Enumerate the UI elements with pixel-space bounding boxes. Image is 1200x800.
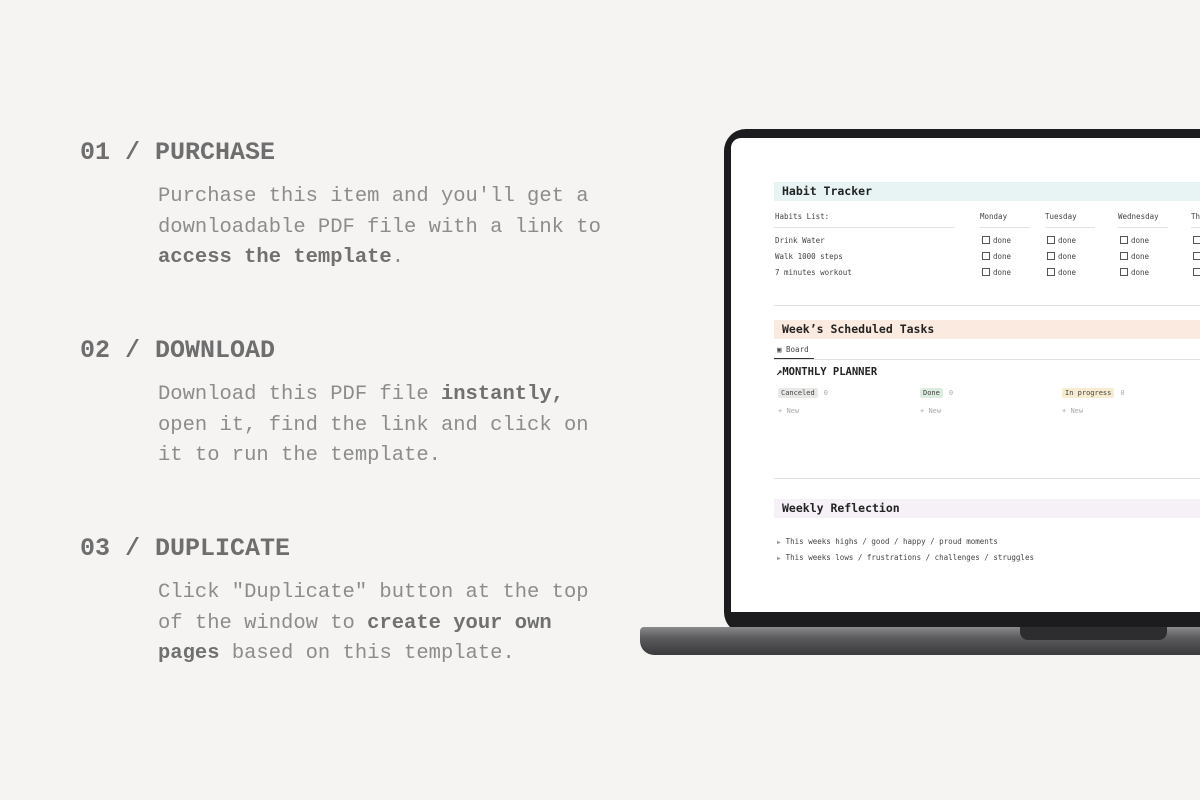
new-card-button[interactable]: + New [920,407,941,415]
checkbox-icon[interactable] [1193,252,1200,260]
habit-checkbox[interactable] [1193,268,1200,277]
checkbox-label: done [1058,252,1077,261]
habit-checkbox[interactable] [1193,252,1200,261]
checkbox-label: done [993,268,1012,277]
habit-checkbox[interactable]: done [982,236,1011,245]
text-segment: Download this PDF file [158,383,441,406]
text-segment: pages [158,642,220,665]
monthly-planner-link[interactable]: ↗MONTHLY PLANNER [776,366,877,378]
text-segment: instantly, [440,383,564,406]
checkbox-label: done [1131,236,1150,245]
toggle-label: This weeks lows / frustrations / challen… [785,553,1034,562]
step-title: 01 / PURCHASE [80,138,276,167]
day-header: Wednesday [1118,212,1159,221]
step-title: 02 / DOWNLOAD [80,336,276,365]
step-title: 03 / DUPLICATE [80,534,291,563]
step-description: Click "Duplicate" button at the top of th… [158,578,618,670]
habit-tracker-header: Habit Tracker [774,182,1200,201]
new-card-button[interactable]: + New [778,407,799,415]
habit-name: Walk 1000 steps [775,252,843,261]
checkbox-icon[interactable] [982,252,990,260]
board-tab-label: Board [786,345,809,354]
habit-checkbox[interactable]: done [982,268,1011,277]
habit-checkbox[interactable]: done [1120,252,1149,261]
step-3: 03 / DUPLICATE Click "Duplicate" button a… [80,534,618,670]
checkbox-label: done [1131,268,1150,277]
step-2: 02 / DOWNLOAD Download this PDF file inst… [80,336,618,472]
habit-checkbox[interactable]: done [1047,252,1076,261]
habit-checkbox[interactable]: done [1120,236,1149,245]
toggle-label: This weeks highs / good / happy / proud … [785,537,998,546]
checkbox-icon[interactable] [1193,268,1200,276]
checkbox-label: done [1058,236,1077,245]
text-segment: . [391,246,405,269]
checkbox-label: done [1131,252,1150,261]
toggle-arrow-icon[interactable]: ▶ [777,555,781,562]
text-segment: create your own [367,611,552,635]
step-1: 01 / PURCHASE Purchase this item and you'… [80,138,618,274]
checkbox-label: done [1058,268,1077,277]
day-header: Tuesday [1045,212,1077,221]
new-card-button[interactable]: + New [1062,407,1083,415]
status-count: 0 [823,389,828,397]
habit-checkbox[interactable]: done [982,252,1011,261]
text-segment: it to run the template. [158,444,441,467]
step-description: Purchase this item and you'll get a downl… [158,182,618,274]
day-divider [1118,227,1168,228]
habit-checkbox[interactable] [1193,236,1200,245]
text-segment: access the template [158,246,392,269]
day-divider [1191,227,1200,228]
checkbox-icon[interactable] [1193,236,1200,244]
new-label: New [786,407,800,415]
checkbox-icon[interactable] [1047,236,1055,244]
checkbox-label: done [993,252,1012,261]
checkbox-label: done [993,236,1012,245]
text-segment: of the window to [158,611,368,635]
planner-title: MONTHLY PLANNER [782,366,878,378]
board-column-in-progress: In progress 0 [1062,388,1125,398]
reflection-header: Weekly Reflection [774,499,1200,518]
habit-name: Drink Water [775,236,825,245]
toggle-item[interactable]: ▶ This weeks highs / good / happy / proud… [777,537,998,546]
day-divider [980,227,1030,228]
text-segment: Purchase this item and you'll get a [158,185,589,208]
status-count: 0 [948,389,954,397]
status-count: 0 [1120,389,1125,397]
day-divider [1045,227,1095,228]
checkbox-icon[interactable] [1047,268,1055,276]
board-column-canceled: Canceled 0 [778,388,828,398]
board-tab[interactable]: ▣ Board [777,345,809,354]
status-tag: Canceled [778,388,818,398]
day-header: Th [1191,212,1200,221]
checkbox-icon[interactable] [1120,236,1128,244]
laptop-screen: Habit Tracker Habits List: Monday Tuesday… [731,138,1200,612]
checkbox-icon[interactable] [1120,252,1128,260]
habit-checkbox[interactable]: done [1047,268,1076,277]
tasks-header: Week’s Scheduled Tasks [774,320,1200,339]
text-segment: downloadable PDF file with a link to [158,215,601,239]
laptop-notch [1020,627,1167,640]
toggle-item[interactable]: ▶ This weeks lows / frustrations / challe… [777,553,1034,562]
toggle-arrow-icon[interactable]: ▶ [777,539,781,546]
step-description: Download this PDF file instantly, open it… [158,380,618,472]
checkbox-icon[interactable] [982,236,990,244]
habit-checkbox[interactable]: done [1047,236,1076,245]
text-segment: open it, find the link and click on [158,413,589,437]
checkbox-icon[interactable] [982,268,990,276]
board-column-done: Done 0 [920,388,954,398]
day-header: Monday [980,212,1008,221]
checkbox-icon[interactable] [1120,268,1128,276]
habit-name: 7 minutes workout [775,268,852,277]
new-label: New [928,407,942,415]
status-tag: In progress [1062,388,1115,398]
habits-list-label: Habits List: [775,212,830,221]
text-segment: based on this template. [219,642,515,665]
text-segment: Click "Duplicate" button at the top [158,581,589,604]
status-tag: Done [920,388,943,398]
habit-checkbox[interactable]: done [1120,268,1149,277]
checkbox-icon[interactable] [1047,252,1055,260]
new-label: New [1070,407,1084,415]
